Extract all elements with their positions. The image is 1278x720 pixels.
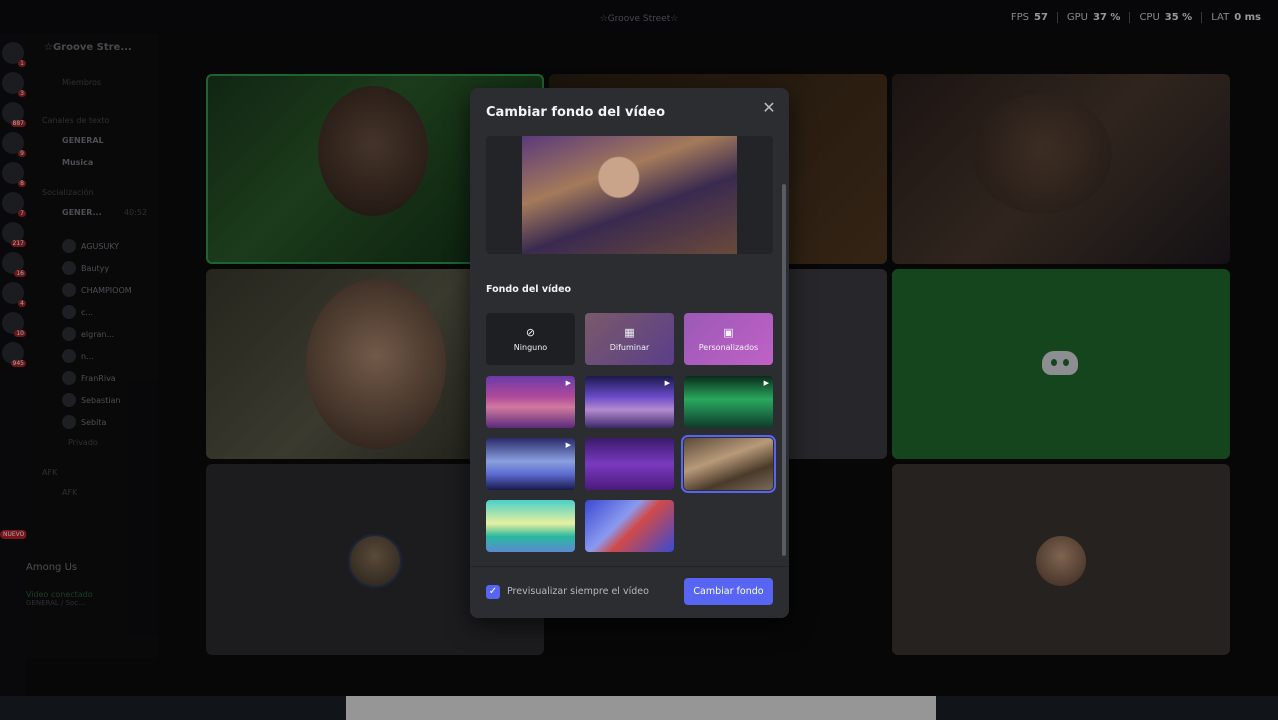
option-none[interactable]: ⊘ Ninguno [486,313,575,365]
background-thumbnail[interactable]: ▶ [684,376,773,428]
modal-footer: ✓ Previsualizar siempre el vídeo Cambiar… [470,566,789,618]
scrollbar-thumb[interactable] [782,184,786,556]
play-icon: ▶ [664,379,670,387]
image-icon: ▣ [723,326,734,339]
play-icon: ▶ [565,441,571,449]
preview-image [522,136,737,254]
modal-title: Cambiar fondo del vídeo [486,105,666,120]
background-thumbnail[interactable]: ▶ [486,376,575,428]
option-custom[interactable]: ▣ Personalizados [684,313,773,365]
option-label: Difuminar [609,343,650,352]
close-icon[interactable]: ✕ [761,100,777,116]
option-blur[interactable]: ▦ Difuminar [585,313,674,365]
scrollbar[interactable] [782,184,786,556]
preview-checkbox[interactable]: ✓ [486,585,500,599]
preview-checkbox-label[interactable]: Previsualizar siempre el vídeo [507,586,649,597]
blur-icon: ▦ [624,326,635,339]
section-label: Fondo del vídeo [486,284,572,295]
option-label: Ninguno [513,343,548,352]
background-thumbnail[interactable]: ▶ [486,438,575,490]
background-thumbnail[interactable] [486,500,575,552]
background-thumbnail[interactable] [585,500,674,552]
play-icon: ▶ [565,379,571,387]
video-preview [486,136,773,254]
background-thumbnail-selected[interactable] [681,435,776,493]
change-background-button[interactable]: Cambiar fondo [684,578,773,605]
change-background-modal: Cambiar fondo del vídeo ✕ Fondo del víde… [470,88,789,618]
play-icon: ▶ [763,379,769,387]
none-icon: ⊘ [525,326,536,339]
background-thumbnail[interactable]: ▶ [585,376,674,428]
option-label: Personalizados [698,343,759,352]
background-thumbnail[interactable] [585,438,674,490]
